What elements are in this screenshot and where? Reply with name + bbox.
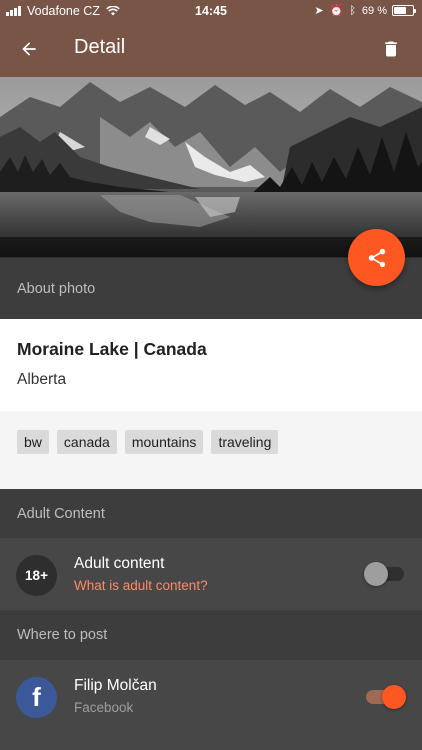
facebook-icon: f	[16, 677, 57, 718]
location-arrow-icon: ➤	[314, 5, 324, 17]
toggle-knob	[382, 685, 406, 709]
alarm-icon: ⏰	[329, 5, 344, 17]
tag-chip[interactable]: traveling	[211, 430, 279, 454]
network-name: Facebook	[74, 700, 134, 715]
facebook-account-row: f Filip Molčan Facebook	[0, 660, 422, 750]
battery-percent: 69 %	[361, 4, 387, 17]
account-name: Filip Molčan	[74, 677, 157, 694]
battery-fill	[394, 7, 406, 14]
status-bar: Vodafone CZ 14:45 ➤ ⏰ ᛒ 69 %	[0, 0, 422, 22]
photo-title: Moraine Lake | Canada	[17, 339, 207, 359]
where-to-post-header: Where to post	[0, 610, 422, 660]
trash-icon	[385, 41, 397, 57]
age-restriction-badge: 18+	[16, 555, 57, 596]
adult-content-row: 18+ Adult content What is adult content?	[0, 538, 422, 610]
photo-location: Alberta	[17, 371, 67, 388]
adult-content-toggle[interactable]	[364, 562, 406, 586]
share-button[interactable]	[348, 229, 405, 286]
back-button[interactable]	[14, 34, 44, 64]
tag-chip[interactable]: canada	[56, 430, 117, 454]
status-right: ➤ ⏰ ᛒ 69 %	[308, 4, 416, 17]
facebook-post-toggle[interactable]	[364, 685, 406, 709]
photo-info-card: Moraine Lake | Canada Alberta	[0, 319, 422, 411]
hero-photo[interactable]	[0, 77, 422, 257]
delete-button[interactable]	[376, 34, 406, 64]
toggle-knob	[364, 562, 388, 586]
landscape-image	[0, 77, 422, 257]
tag-chip[interactable]: bw	[17, 430, 49, 454]
share-icon	[368, 248, 385, 267]
tags-card: bw canada mountains traveling	[0, 411, 422, 489]
bluetooth-icon: ᛒ	[349, 4, 356, 17]
battery-icon	[392, 5, 416, 16]
arrow-back-icon	[22, 42, 36, 56]
tag-chip[interactable]: mountains	[124, 430, 204, 454]
page-title: Detail	[74, 36, 126, 58]
app-bar: Detail	[0, 22, 422, 77]
tag-list: bw canada mountains traveling	[17, 430, 286, 454]
adult-content-help-link[interactable]: What is adult content?	[74, 578, 208, 593]
adult-content-label: Adult content	[74, 555, 165, 572]
adult-content-header: Adult Content	[0, 489, 422, 538]
